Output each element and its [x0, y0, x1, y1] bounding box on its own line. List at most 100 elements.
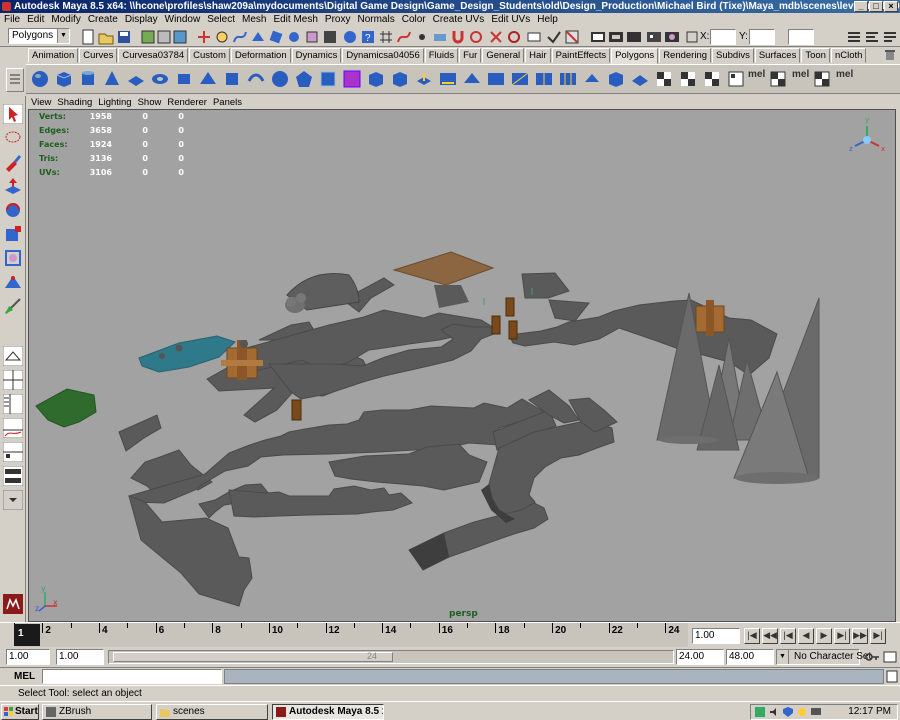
select-by-joint-icon[interactable]: [214, 29, 230, 45]
tray-shield-icon[interactable]: [783, 707, 793, 717]
planar-mapping-icon[interactable]: [678, 69, 698, 89]
paint-select-tool-icon[interactable]: [3, 152, 23, 172]
snap-plane-icon[interactable]: [432, 29, 448, 45]
menu-help[interactable]: Help: [535, 13, 563, 27]
menu-display[interactable]: Display: [123, 13, 163, 27]
menu-normals[interactable]: Normals: [355, 13, 399, 27]
end-time-field[interactable]: 48.00: [726, 649, 774, 665]
select-by-misc-icon[interactable]: [322, 29, 338, 45]
bevel-icon[interactable]: [606, 69, 626, 89]
timeline-ruler[interactable]: 2 4 6 8 10 12 14 16 18 20 22 24: [14, 623, 688, 647]
tab-deformation[interactable]: Deformation: [230, 48, 291, 63]
poly-plane-icon[interactable]: [126, 69, 146, 89]
show-hide-icon[interactable]: [546, 29, 562, 45]
menu-edit[interactable]: Edit: [25, 13, 49, 27]
shelf-menu-button[interactable]: [6, 68, 24, 92]
ipr-label-icon[interactable]: [626, 29, 642, 45]
poly-sphere-icon[interactable]: [30, 69, 50, 89]
tab-surfaces[interactable]: Surfaces: [754, 48, 801, 63]
range-handle[interactable]: [113, 652, 393, 662]
step-forward-frame-button[interactable]: ▶|: [834, 628, 850, 644]
tray-speaker-icon[interactable]: [769, 707, 779, 717]
poly-torus-icon[interactable]: [150, 69, 170, 89]
open-scene-icon[interactable]: [98, 29, 114, 45]
tab-fur[interactable]: Fur: [459, 48, 482, 63]
tab-curves[interactable]: Curves: [79, 48, 118, 63]
soft-modification-icon[interactable]: [3, 272, 23, 292]
current-time-field[interactable]: 1.00: [692, 628, 740, 644]
tab-general[interactable]: General: [482, 48, 525, 63]
single-perspective-layout-icon[interactable]: [3, 346, 23, 366]
cut-faces-icon[interactable]: [630, 69, 650, 89]
mel-script-icon-1[interactable]: [768, 69, 788, 89]
tab-curvesa03784[interactable]: Curvesa03784: [118, 48, 189, 63]
command-input[interactable]: [42, 669, 222, 684]
extract-icon[interactable]: [366, 69, 386, 89]
ipr-render-icon[interactable]: [608, 29, 624, 45]
menu-edit-mesh[interactable]: Edit Mesh: [271, 13, 322, 27]
menu-proxy[interactable]: Proxy: [323, 13, 356, 27]
offset-edge-loop-icon[interactable]: [558, 69, 578, 89]
mel-script-label-3[interactable]: mel: [836, 69, 853, 80]
panel-menu-view[interactable]: View: [28, 96, 54, 109]
poly-cube-icon[interactable]: [54, 69, 74, 89]
menu-color[interactable]: Color: [400, 13, 431, 27]
render-frame-icon[interactable]: [590, 29, 606, 45]
taskbar-maya[interactable]: Autodesk Maya 8.5 x...: [272, 704, 384, 720]
tab-ncloth[interactable]: nCloth: [830, 48, 867, 63]
key-icon[interactable]: [864, 649, 880, 665]
select-by-surface-icon[interactable]: [250, 29, 266, 45]
tab-dynamics[interactable]: Dynamics: [291, 48, 342, 63]
start-button[interactable]: Start: [1, 704, 39, 720]
go-to-start-button[interactable]: |◀: [744, 628, 760, 644]
select-object-icon[interactable]: [156, 29, 172, 45]
merge-vertices-icon[interactable]: [582, 69, 602, 89]
magnet-icon[interactable]: [450, 29, 466, 45]
bridge-icon[interactable]: [438, 69, 458, 89]
script-editor-icon[interactable]: [886, 669, 898, 684]
tab-hair[interactable]: Hair: [525, 48, 551, 63]
history-icon[interactable]: [468, 29, 484, 45]
tray-monitor-icon[interactable]: [811, 707, 821, 717]
select-by-deformation-icon[interactable]: [268, 29, 284, 45]
panel-menu-renderer[interactable]: Renderer: [164, 96, 210, 109]
step-forward-key-button[interactable]: ▶▶: [852, 628, 868, 644]
start-time-field[interactable]: 1.00: [6, 649, 50, 665]
step-back-key-button[interactable]: ◀◀: [762, 628, 778, 644]
x-field[interactable]: [710, 29, 736, 45]
menu-create[interactable]: Create: [86, 13, 123, 27]
poly-platonic-icon[interactable]: [294, 69, 314, 89]
separate-icon[interactable]: [342, 69, 362, 89]
select-by-dynamic-icon[interactable]: [286, 29, 302, 45]
fill-hole-icon[interactable]: [486, 69, 506, 89]
poly-cylinder-icon[interactable]: [78, 69, 98, 89]
tab-dynamicsa04056[interactable]: Dynamicsa04056: [342, 48, 424, 63]
persp-graph-layout-icon[interactable]: [3, 418, 23, 438]
persp-trax-layout-icon[interactable]: [3, 466, 23, 486]
y-field[interactable]: [749, 29, 775, 45]
tab-toon[interactable]: Toon: [801, 48, 830, 63]
mel-script-label-1[interactable]: mel: [748, 69, 765, 80]
view-axis-gizmo[interactable]: y x z: [849, 116, 885, 153]
level-scene-render[interactable]: y x z: [29, 110, 896, 622]
poly-cone-icon[interactable]: [102, 69, 122, 89]
tray-network-icon[interactable]: [755, 707, 765, 717]
menu-set-select[interactable]: Polygons ▼: [8, 28, 70, 44]
show-manipulator-icon[interactable]: [3, 296, 23, 316]
no-history-icon[interactable]: [564, 29, 580, 45]
panel-menu-shading[interactable]: Shading: [54, 96, 95, 109]
channel-box-icon[interactable]: [882, 29, 898, 45]
snap-grid-icon[interactable]: [378, 29, 394, 45]
poly-prism-icon[interactable]: [174, 69, 194, 89]
smooth-icon[interactable]: [390, 69, 410, 89]
menu-file[interactable]: File: [2, 13, 25, 27]
menu-edit-uvs[interactable]: Edit UVs: [489, 13, 535, 27]
select-hierarchy-icon[interactable]: [140, 29, 156, 45]
split-polygon-icon[interactable]: [510, 69, 530, 89]
select-by-handle-icon[interactable]: [196, 29, 212, 45]
select-by-curve-icon[interactable]: [232, 29, 248, 45]
hypershade-persp-layout-icon[interactable]: [3, 442, 23, 462]
playback-end-field[interactable]: 24.00: [676, 649, 724, 665]
panel-menu-panels[interactable]: Panels: [210, 96, 245, 109]
absolute-transform-icon[interactable]: [684, 29, 700, 45]
